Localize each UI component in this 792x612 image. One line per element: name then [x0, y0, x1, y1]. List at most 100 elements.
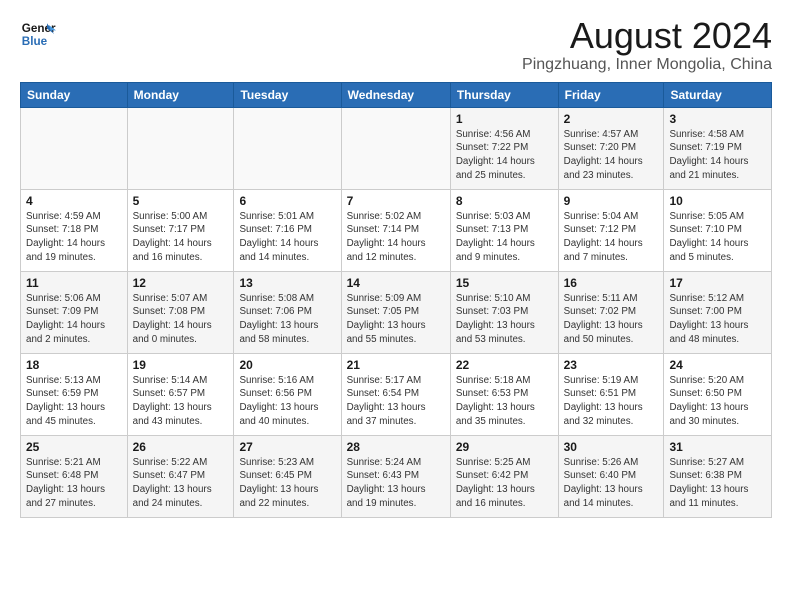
- day-number: 29: [456, 440, 553, 454]
- day-number: 24: [669, 358, 766, 372]
- day-info: Sunrise: 5:20 AM Sunset: 6:50 PM Dayligh…: [669, 374, 766, 429]
- day-number: 5: [133, 194, 229, 208]
- day-number: 7: [347, 194, 445, 208]
- day-cell: 19 Sunrise: 5:14 AM Sunset: 6:57 PM Dayli…: [127, 353, 234, 435]
- week-row-2: 4 Sunrise: 4:59 AM Sunset: 7:18 PM Daylig…: [21, 189, 772, 271]
- day-number: 3: [669, 112, 766, 126]
- day-number: 18: [26, 358, 122, 372]
- weekday-monday: Monday: [127, 82, 234, 107]
- logo: General Blue: [20, 16, 56, 52]
- day-info: Sunrise: 5:02 AM Sunset: 7:14 PM Dayligh…: [347, 210, 445, 265]
- day-info: Sunrise: 4:59 AM Sunset: 7:18 PM Dayligh…: [26, 210, 122, 265]
- page: General Blue August 2024 Pingzhuang, Inn…: [0, 0, 792, 528]
- day-cell: 20Sunrise: 5:16 AM Sunset: 6:56 PM Dayli…: [234, 353, 341, 435]
- weekday-wednesday: Wednesday: [341, 82, 450, 107]
- day-number: 19: [133, 358, 229, 372]
- day-number: 23: [564, 358, 659, 372]
- day-cell: 7 Sunrise: 5:02 AM Sunset: 7:14 PM Daylig…: [341, 189, 450, 271]
- weekday-thursday: Thursday: [450, 82, 558, 107]
- day-info: Sunrise: 5:10 AM Sunset: 7:03 PM Dayligh…: [456, 292, 553, 347]
- weekday-tuesday: Tuesday: [234, 82, 341, 107]
- day-info: Sunrise: 5:06 AM Sunset: 7:09 PM Dayligh…: [26, 292, 122, 347]
- day-cell: 2Sunrise: 4:57 AM Sunset: 7:20 PM Daylig…: [558, 107, 664, 189]
- day-cell: 14 Sunrise: 5:09 AM Sunset: 7:05 PM Dayli…: [341, 271, 450, 353]
- day-info: Sunrise: 5:24 AM Sunset: 6:43 PM Dayligh…: [347, 456, 445, 511]
- day-number: 31: [669, 440, 766, 454]
- day-cell: 23 Sunrise: 5:19 AM Sunset: 6:51 PM Dayli…: [558, 353, 664, 435]
- day-info: Sunrise: 5:22 AM Sunset: 6:47 PM Dayligh…: [133, 456, 229, 511]
- day-info: Sunrise: 5:19 AM Sunset: 6:51 PM Dayligh…: [564, 374, 659, 429]
- day-number: 1: [456, 112, 553, 126]
- day-info: Sunrise: 5:13 AM Sunset: 6:59 PM Dayligh…: [26, 374, 122, 429]
- day-info: Sunrise: 5:16 AM Sunset: 6:56 PM Dayligh…: [239, 374, 335, 429]
- day-number: 21: [347, 358, 445, 372]
- day-info: Sunrise: 5:07 AM Sunset: 7:08 PM Dayligh…: [133, 292, 229, 347]
- svg-text:Blue: Blue: [22, 35, 48, 48]
- week-row-1: 1 Sunrise: 4:56 AM Sunset: 7:22 PM Daylig…: [21, 107, 772, 189]
- day-cell: 11 Sunrise: 5:06 AM Sunset: 7:09 PM Dayli…: [21, 271, 128, 353]
- day-info: Sunrise: 5:04 AM Sunset: 7:12 PM Dayligh…: [564, 210, 659, 265]
- day-cell: 9 Sunrise: 5:04 AM Sunset: 7:12 PM Daylig…: [558, 189, 664, 271]
- day-number: 13: [239, 276, 335, 290]
- day-number: 14: [347, 276, 445, 290]
- day-info: Sunrise: 5:00 AM Sunset: 7:17 PM Dayligh…: [133, 210, 229, 265]
- week-row-5: 25Sunrise: 5:21 AM Sunset: 6:48 PM Dayli…: [21, 435, 772, 517]
- day-number: 11: [26, 276, 122, 290]
- day-number: 22: [456, 358, 553, 372]
- day-cell: 5 Sunrise: 5:00 AM Sunset: 7:17 PM Daylig…: [127, 189, 234, 271]
- day-cell: [341, 107, 450, 189]
- day-number: 28: [347, 440, 445, 454]
- weekday-header-row: SundayMondayTuesdayWednesdayThursdayFrid…: [21, 82, 772, 107]
- day-info: Sunrise: 5:09 AM Sunset: 7:05 PM Dayligh…: [347, 292, 445, 347]
- day-cell: 29 Sunrise: 5:25 AM Sunset: 6:42 PM Dayli…: [450, 435, 558, 517]
- day-cell: 17 Sunrise: 5:12 AM Sunset: 7:00 PM Dayli…: [664, 271, 772, 353]
- day-number: 10: [669, 194, 766, 208]
- day-number: 15: [456, 276, 553, 290]
- day-number: 27: [239, 440, 335, 454]
- calendar-title: August 2024: [522, 16, 772, 56]
- day-info: Sunrise: 5:12 AM Sunset: 7:00 PM Dayligh…: [669, 292, 766, 347]
- day-cell: 24 Sunrise: 5:20 AM Sunset: 6:50 PM Dayli…: [664, 353, 772, 435]
- day-number: 26: [133, 440, 229, 454]
- day-info: Sunrise: 5:27 AM Sunset: 6:38 PM Dayligh…: [669, 456, 766, 511]
- day-cell: 15 Sunrise: 5:10 AM Sunset: 7:03 PM Dayli…: [450, 271, 558, 353]
- day-cell: 28 Sunrise: 5:24 AM Sunset: 6:43 PM Dayli…: [341, 435, 450, 517]
- day-cell: 13Sunrise: 5:08 AM Sunset: 7:06 PM Dayli…: [234, 271, 341, 353]
- day-info: Sunrise: 5:05 AM Sunset: 7:10 PM Dayligh…: [669, 210, 766, 265]
- day-info: Sunrise: 5:03 AM Sunset: 7:13 PM Dayligh…: [456, 210, 553, 265]
- day-info: Sunrise: 5:17 AM Sunset: 6:54 PM Dayligh…: [347, 374, 445, 429]
- day-number: 25: [26, 440, 122, 454]
- day-info: Sunrise: 5:14 AM Sunset: 6:57 PM Dayligh…: [133, 374, 229, 429]
- day-info: Sunrise: 5:11 AM Sunset: 7:02 PM Dayligh…: [564, 292, 659, 347]
- day-cell: 10 Sunrise: 5:05 AM Sunset: 7:10 PM Dayli…: [664, 189, 772, 271]
- day-cell: 6 Sunrise: 5:01 AM Sunset: 7:16 PM Daylig…: [234, 189, 341, 271]
- day-number: 6: [239, 194, 335, 208]
- day-cell: [21, 107, 128, 189]
- day-number: 2: [564, 112, 659, 126]
- day-cell: 22Sunrise: 5:18 AM Sunset: 6:53 PM Dayli…: [450, 353, 558, 435]
- day-info: Sunrise: 5:01 AM Sunset: 7:16 PM Dayligh…: [239, 210, 335, 265]
- day-cell: 26 Sunrise: 5:22 AM Sunset: 6:47 PM Dayli…: [127, 435, 234, 517]
- weekday-sunday: Sunday: [21, 82, 128, 107]
- day-info: Sunrise: 4:56 AM Sunset: 7:22 PM Dayligh…: [456, 128, 553, 183]
- day-cell: 1 Sunrise: 4:56 AM Sunset: 7:22 PM Daylig…: [450, 107, 558, 189]
- week-row-3: 11 Sunrise: 5:06 AM Sunset: 7:09 PM Dayli…: [21, 271, 772, 353]
- day-number: 9: [564, 194, 659, 208]
- day-cell: 4 Sunrise: 4:59 AM Sunset: 7:18 PM Daylig…: [21, 189, 128, 271]
- week-row-4: 18 Sunrise: 5:13 AM Sunset: 6:59 PM Dayli…: [21, 353, 772, 435]
- logo-icon: General Blue: [20, 16, 56, 52]
- calendar-table: SundayMondayTuesdayWednesdayThursdayFrid…: [20, 82, 772, 518]
- day-cell: 25Sunrise: 5:21 AM Sunset: 6:48 PM Dayli…: [21, 435, 128, 517]
- day-number: 17: [669, 276, 766, 290]
- day-number: 8: [456, 194, 553, 208]
- day-cell: 18 Sunrise: 5:13 AM Sunset: 6:59 PM Dayli…: [21, 353, 128, 435]
- day-number: 4: [26, 194, 122, 208]
- day-info: Sunrise: 5:25 AM Sunset: 6:42 PM Dayligh…: [456, 456, 553, 511]
- day-cell: 12Sunrise: 5:07 AM Sunset: 7:08 PM Dayli…: [127, 271, 234, 353]
- day-cell: 21 Sunrise: 5:17 AM Sunset: 6:54 PM Dayli…: [341, 353, 450, 435]
- weekday-saturday: Saturday: [664, 82, 772, 107]
- weekday-friday: Friday: [558, 82, 664, 107]
- day-number: 16: [564, 276, 659, 290]
- header: General Blue August 2024 Pingzhuang, Inn…: [20, 16, 772, 74]
- day-cell: [127, 107, 234, 189]
